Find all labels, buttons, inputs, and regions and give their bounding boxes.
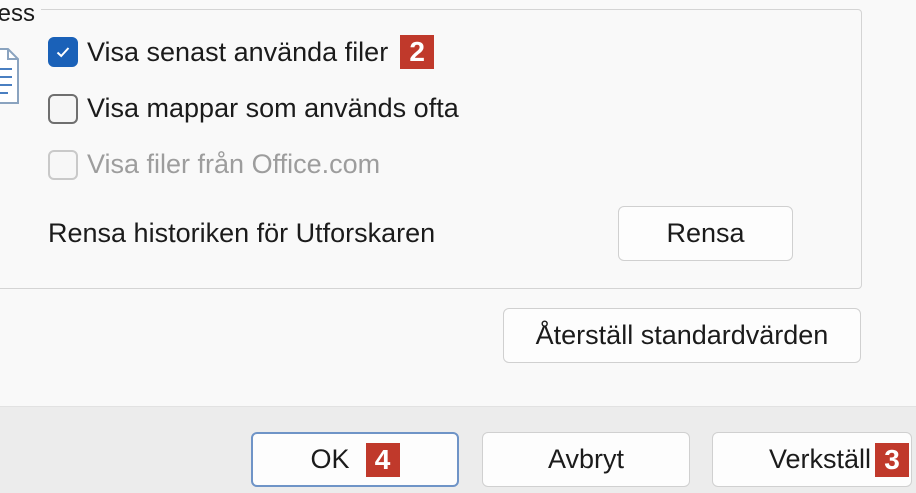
step-badge-2: 2 [400,35,435,69]
office-files-option: Visa filer från Office.com [48,149,380,180]
document-icon [0,48,19,104]
checkmark-icon [56,47,70,58]
step-badge-4: 4 [365,442,400,477]
clear-history-label: Rensa historiken för Utforskaren [48,218,436,248]
apply-button[interactable]: Verkställ 3 [712,432,912,487]
ok-label: OK [310,444,350,474]
frequent-folders-option[interactable]: Visa mappar som används ofta [48,93,459,124]
step-badge-3: 3 [875,442,909,477]
cancel-button[interactable]: Avbryt [482,432,690,487]
recent-files-checkbox[interactable] [48,37,78,67]
recent-files-option[interactable]: Visa senast använda filer 2 [48,35,435,69]
frequent-folders-checkbox[interactable] [48,93,78,124]
office-files-checkbox [48,149,78,180]
recent-files-label[interactable]: Visa senast använda filer [87,37,388,68]
clear-history-button[interactable]: Rensa [618,206,793,261]
ok-button[interactable]: OK 4 [251,432,459,487]
frequent-folders-label[interactable]: Visa mappar som används ofta [87,93,459,124]
restore-defaults-button[interactable]: Återställ standardvärden [503,308,861,363]
office-files-label: Visa filer från Office.com [87,149,381,179]
apply-label: Verkställ [768,444,871,474]
group-legend: tess [0,2,42,26]
